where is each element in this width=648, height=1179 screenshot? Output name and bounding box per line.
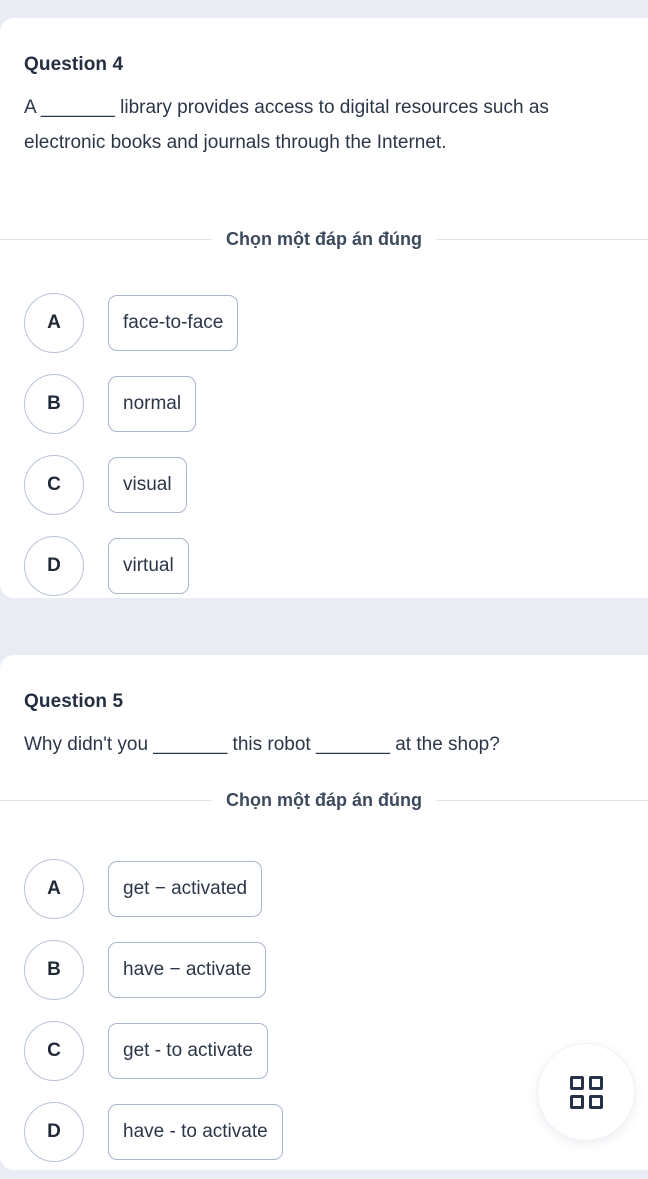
option-label-box[interactable]: virtual (108, 538, 189, 594)
option-label-box[interactable]: have - to activate (108, 1104, 283, 1160)
question-text: Why didn't you _______ this robot ______… (24, 734, 500, 755)
answer-option-a[interactable]: A get − activated (24, 859, 283, 919)
option-label-box[interactable]: normal (108, 376, 197, 432)
grid-square-3 (569, 1094, 584, 1109)
quiz-page: Question 4 A _______ library provides ac… (0, 0, 648, 1179)
answer-option-d[interactable]: D have - to activate (24, 1102, 283, 1162)
answer-options-list: A get − activated B have − activate C ge… (24, 859, 283, 1162)
answer-options-list: A face-to-face B normal C visual D virtu… (24, 293, 239, 596)
grid-square-2 (588, 1075, 603, 1090)
answer-option-b[interactable]: B have − activate (24, 940, 283, 1000)
option-letter-badge[interactable]: B (24, 374, 84, 434)
option-letter-badge[interactable]: C (24, 455, 84, 515)
option-letter-badge[interactable]: B (24, 940, 84, 1000)
grid-square-1 (569, 1075, 584, 1090)
option-label-box[interactable]: visual (108, 457, 187, 513)
answer-instruction-label: Chọn một đáp án đúng (226, 790, 422, 810)
option-letter-badge[interactable]: A (24, 859, 84, 919)
divider-rule-left (0, 239, 213, 240)
option-label-box[interactable]: get - to activate (108, 1023, 268, 1079)
grid-square-4 (588, 1094, 603, 1109)
option-letter-badge[interactable]: D (24, 536, 84, 596)
answer-option-c[interactable]: C get - to activate (24, 1021, 283, 1081)
divider-rule-right (436, 239, 648, 240)
question-card-4: Question 4 A _______ library provides ac… (0, 18, 648, 598)
answer-option-c[interactable]: C visual (24, 455, 238, 515)
question-text: A _______ library provides access to dig… (24, 97, 555, 153)
divider-rule-left (0, 800, 213, 801)
option-label-box[interactable]: have − activate (108, 942, 267, 998)
option-letter-badge[interactable]: A (24, 293, 84, 353)
answer-option-a[interactable]: A face-to-face (24, 293, 239, 353)
question-grid-fab[interactable] (537, 1043, 635, 1141)
grid-four-squares-icon (569, 1075, 603, 1109)
divider-rule-right (436, 800, 648, 801)
option-letter-badge[interactable]: C (24, 1021, 84, 1081)
answer-instruction-divider: Chọn một đáp án đúng (0, 229, 648, 250)
option-letter-badge[interactable]: D (24, 1102, 84, 1162)
question-title: Question 4 (24, 54, 124, 75)
answer-option-b[interactable]: B normal (24, 374, 238, 434)
answer-instruction-label: Chọn một đáp án đúng (226, 229, 422, 249)
question-title: Question 5 (24, 691, 124, 712)
answer-option-d[interactable]: D virtual (24, 536, 238, 596)
answer-instruction-divider: Chọn một đáp án đúng (0, 790, 648, 811)
option-label-box[interactable]: get − activated (108, 861, 263, 917)
option-label-box[interactable]: face-to-face (108, 295, 239, 351)
